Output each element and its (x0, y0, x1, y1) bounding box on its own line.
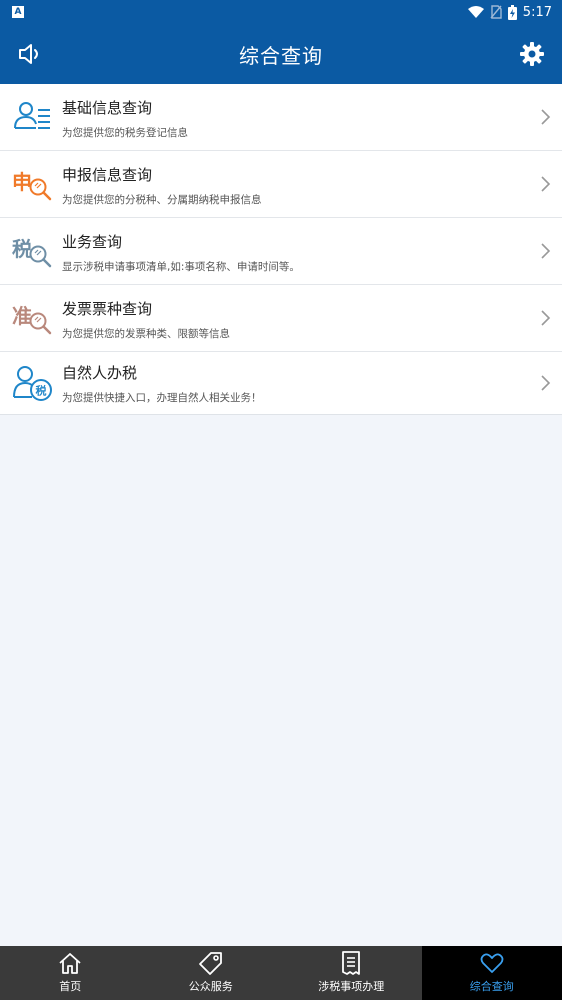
svg-text:税: 税 (12, 237, 32, 261)
approve-search-icon: 准 (12, 304, 52, 335)
chevron-right-icon (541, 243, 551, 259)
chevron-right-icon (541, 375, 551, 391)
menu-item-title: 业务查询 (62, 233, 123, 251)
tax-search-icon: 税 (12, 237, 52, 268)
menu-item-title: 发票票种查询 (62, 300, 153, 318)
tab-home[interactable]: 首页 (0, 946, 141, 1000)
status-right: 5:17 (467, 4, 552, 20)
menu-item-title: 申报信息查询 (62, 166, 153, 184)
menu-item-desc: 为您提供您的税务登记信息 (62, 127, 188, 139)
tab-public-service[interactable]: 公众服务 (141, 946, 282, 1000)
tag-icon (198, 952, 222, 975)
gear-icon[interactable] (518, 40, 546, 68)
status-bar: A 5:17 (0, 0, 562, 24)
svg-text:准: 准 (12, 304, 32, 328)
menu-item-desc: 为您提供您的分税种、分属期纳税申报信息 (62, 194, 262, 206)
speaker-icon[interactable] (16, 40, 44, 68)
svg-text:税: 税 (36, 384, 47, 398)
tab-tax-matters[interactable]: 涉税事项办理 (281, 946, 422, 1000)
app-header: 综合查询 (0, 24, 562, 84)
chevron-right-icon (541, 109, 551, 125)
person-tax-icon: 税 (13, 366, 52, 401)
tab-label: 首页 (59, 980, 82, 993)
no-sim-icon (490, 5, 502, 19)
tab-label: 公众服务 (188, 980, 233, 993)
chevron-right-icon (541, 176, 551, 192)
menu-item-desc: 显示涉税申请事项清单,如:事项名称、申请时间等。 (62, 261, 300, 273)
battery-charging-icon (507, 4, 517, 20)
tab-comprehensive-query[interactable]: 综合查询 (421, 946, 562, 1000)
menu-item-text: 基础信息查询 为您提供您的税务登记信息 (62, 97, 188, 140)
chevron-right-icon (541, 310, 551, 326)
menu-item-text: 业务查询 显示涉税申请事项清单,如:事项名称、申请时间等。 (62, 231, 300, 274)
menu-item-text: 发票票种查询 为您提供您的发票种类、限额等信息 (62, 298, 230, 341)
home-icon (59, 953, 81, 974)
menu-item-business-query[interactable]: 税 业务查询 显示涉税申请事项清单,如:事项名称、申请时间等。 (0, 218, 562, 285)
document-icon (342, 951, 361, 975)
menu-item-basic-info[interactable]: 基础信息查询 为您提供您的税务登记信息 (0, 84, 562, 151)
menu-item-desc: 为您提供您的发票种类、限额等信息 (62, 328, 230, 340)
menu-item-text: 申报信息查询 为您提供您的分税种、分属期纳税申报信息 (62, 164, 262, 207)
menu-item-invoice-type[interactable]: 准 发票票种查询 为您提供您的发票种类、限额等信息 (0, 285, 562, 352)
page-title: 综合查询 (239, 43, 323, 68)
query-menu-list: 基础信息查询 为您提供您的税务登记信息 申 申报信息查询 为您提供您的分税种、分… (0, 84, 562, 415)
declaration-search-icon: 申 (12, 170, 52, 201)
menu-item-title: 基础信息查询 (62, 99, 153, 117)
heart-icon (480, 953, 504, 973)
tab-label: 综合查询 (469, 980, 514, 993)
svg-text:申: 申 (12, 170, 32, 194)
menu-item-desc: 为您提供快捷入口，办理自然人相关业务！ (62, 392, 262, 404)
menu-item-natural-person-tax[interactable]: 税 自然人办税 为您提供快捷入口，办理自然人相关业务！ (0, 352, 562, 415)
tab-label: 涉税事项办理 (318, 980, 385, 993)
status-left: A (12, 6, 24, 18)
bottom-tab-bar: 首页 公众服务 涉税事项办理 综合查询 (0, 946, 562, 1000)
menu-item-title: 自然人办税 (62, 364, 138, 382)
menu-item-text: 自然人办税 为您提供快捷入口，办理自然人相关业务！ (62, 362, 262, 405)
person-list-icon (14, 102, 50, 129)
menu-item-declaration-info[interactable]: 申 申报信息查询 为您提供您的分税种、分属期纳税申报信息 (0, 151, 562, 218)
status-time: 5:17 (522, 4, 552, 20)
wifi-icon (467, 5, 484, 18)
notification-icon: A (12, 6, 24, 18)
